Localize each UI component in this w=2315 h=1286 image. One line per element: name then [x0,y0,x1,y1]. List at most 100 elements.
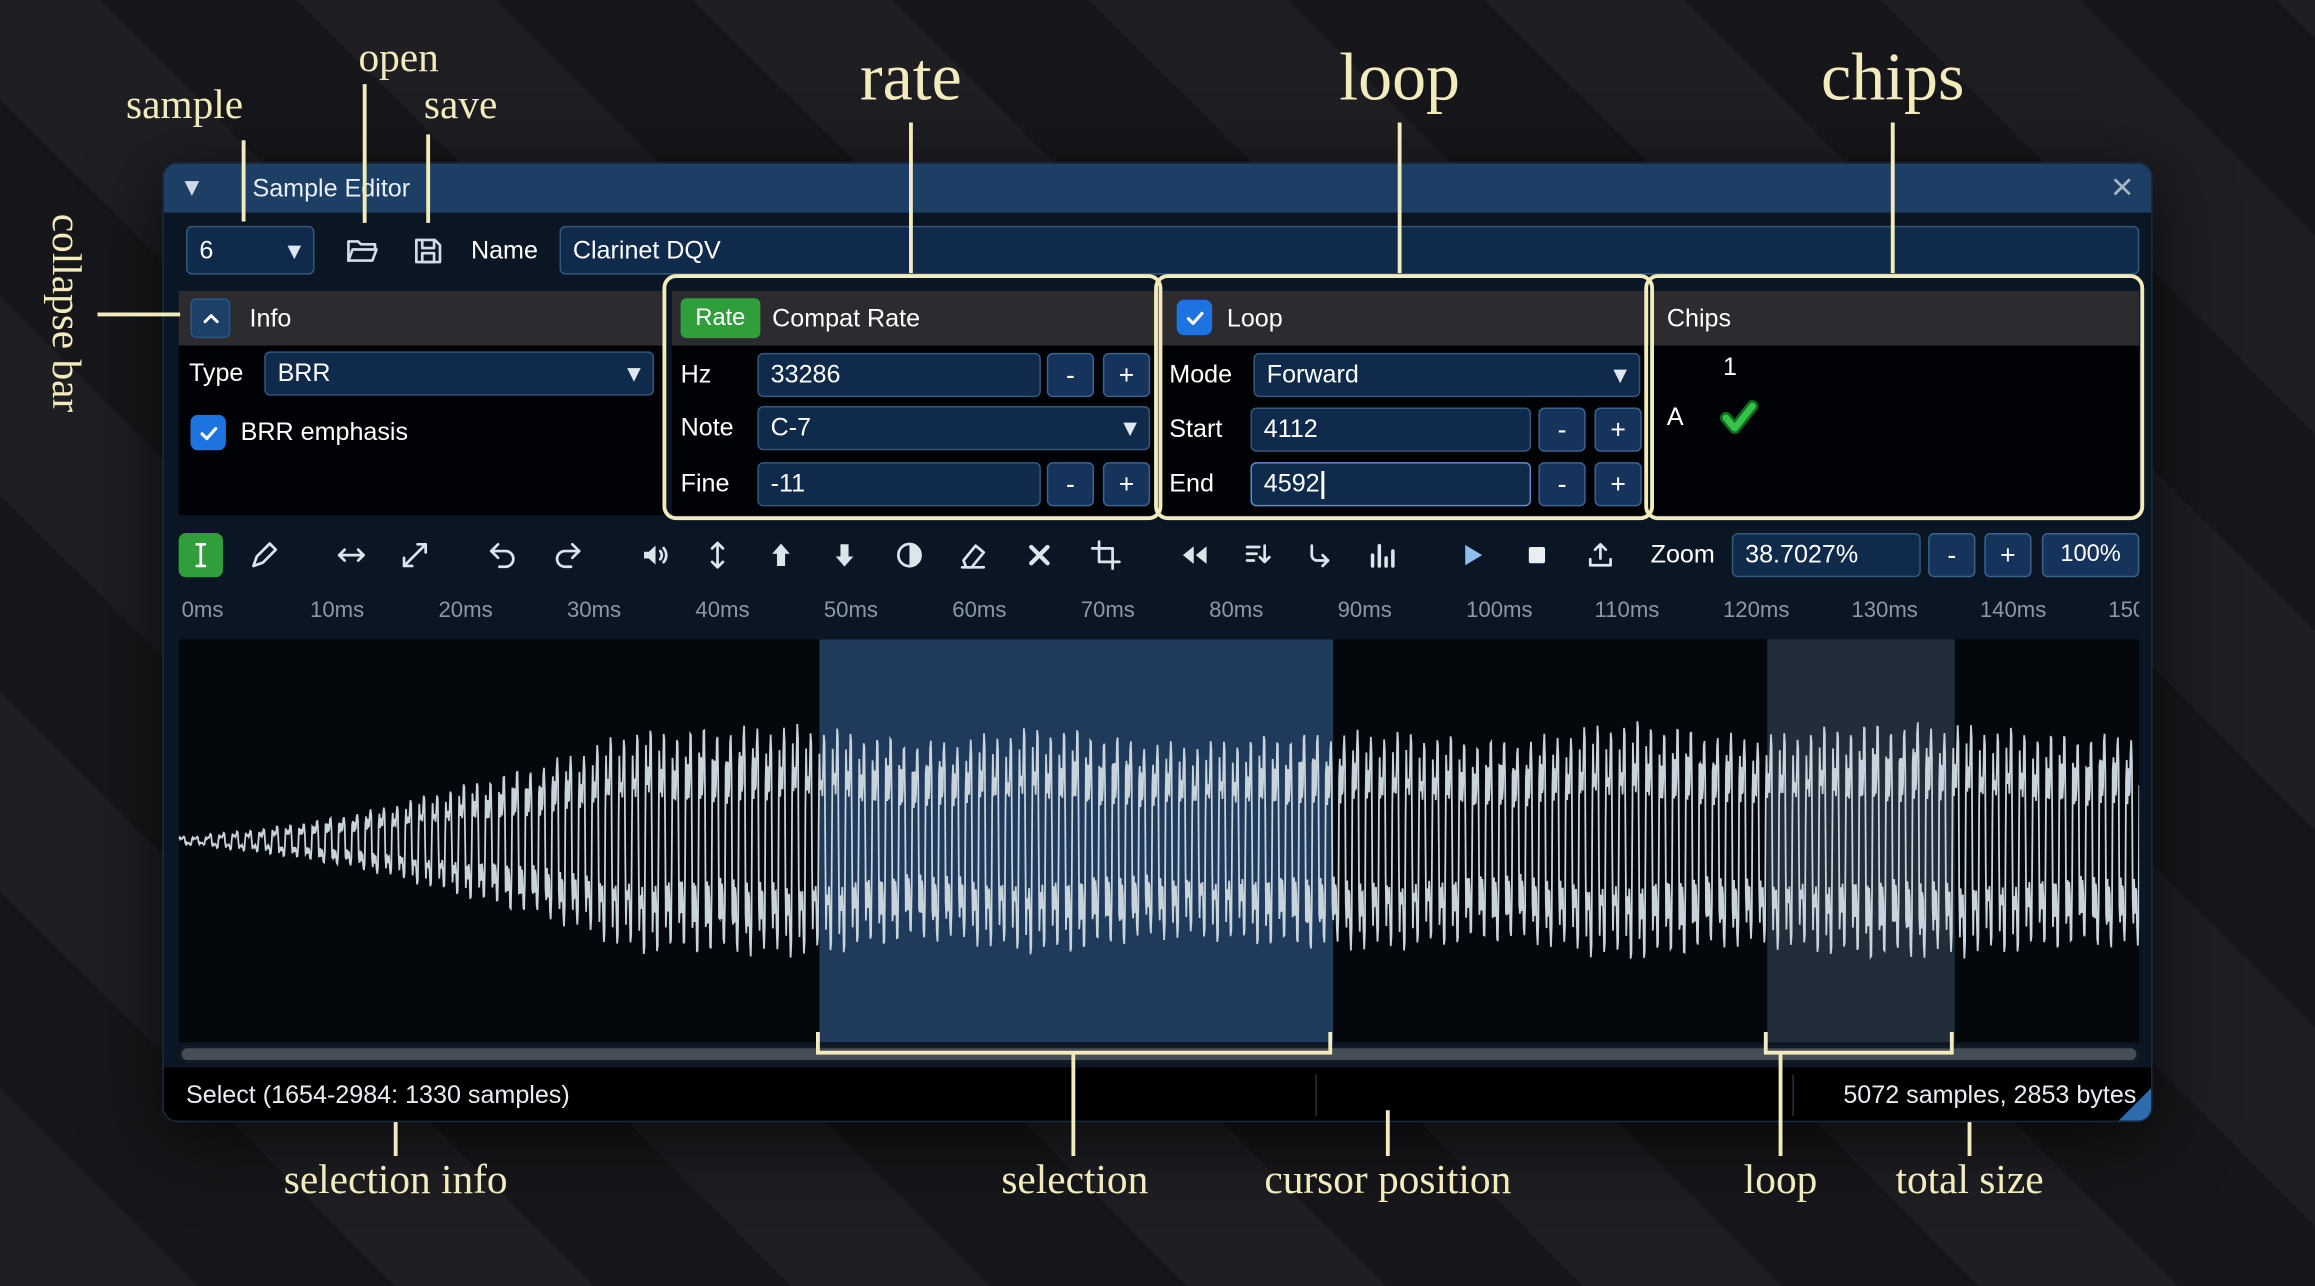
delete-button[interactable] [1017,533,1061,577]
resize-grip[interactable] [2118,1088,2152,1121]
sample-number-value: 6 [199,235,214,264]
rate-panel-header: Rate Compat Rate [671,290,1157,346]
ruler-label: 110ms [1594,597,1660,624]
rate-panel-title: Compat Rate [772,304,921,333]
zoom-out-button[interactable]: - [1928,532,1976,578]
loop-end-input[interactable]: 4592 [1250,462,1532,507]
close-button[interactable]: × [2111,164,2133,210]
shift-down-button[interactable] [822,533,866,577]
crop-button[interactable] [1084,533,1128,577]
check-icon [1186,311,1203,325]
undo-button[interactable] [481,533,525,577]
mode-label: Mode [1169,360,1233,389]
chevron-down-icon: ▼ [627,363,641,384]
loop-panel-title: Loop [1226,304,1283,333]
sample-editor-window: ▼ Sample Editor × 6 ▼ Name Clarinet DQV [162,162,2153,1123]
stats-button[interactable] [1361,533,1405,577]
sort-button[interactable] [1236,533,1280,577]
save-button[interactable] [405,227,451,273]
collapse-panel-button[interactable] [190,298,231,339]
ruler-label: 90ms [1337,597,1392,624]
stop-button[interactable] [1515,533,1559,577]
fine-minus-button[interactable]: - [1046,462,1095,507]
name-value: Clarinet DQV [572,235,721,264]
note-select[interactable]: C-7 ▼ [757,406,1151,451]
ruler: 0ms 10ms 20ms 30ms 40ms 50ms 60ms 70ms 80ms 90ms 1… [179,589,2140,633]
window-collapse-icon[interactable]: ▼ [185,164,200,213]
invert-button[interactable] [887,533,931,577]
type-label: Type [188,358,244,387]
arrow-down-icon [835,544,854,567]
waveform-path [178,721,2140,961]
annotation-open: open [358,35,439,82]
preview-audio-button[interactable] [633,533,677,577]
loop-panel-header: Loop [1161,290,1650,346]
open-button[interactable] [338,227,384,273]
loop-start-minus-button[interactable]: - [1538,407,1586,452]
brr-emphasis-checkbox[interactable] [190,414,226,451]
chip-column-label: 1 [1722,352,1737,381]
horizontal-scrollbar[interactable] [178,1045,2140,1064]
x-icon [1029,544,1050,566]
window-titlebar[interactable]: ▼ Sample Editor × [163,163,2152,213]
loop-start-plus-button[interactable]: + [1594,407,1642,452]
loop-start-value: 4112 [1263,414,1318,443]
fit-all-button[interactable] [393,533,437,577]
loop-end-minus-button[interactable]: - [1538,462,1586,507]
note-label: Note [680,413,734,442]
rewind-icon [1182,546,1207,564]
check-icon [199,426,217,440]
info-panel: Info Type BRR ▼ BRR emphasis [178,290,666,516]
redo-button[interactable] [545,533,589,577]
scrollbar-thumb[interactable] [181,1048,2137,1061]
chevron-down-icon: ▼ [287,239,302,261]
erase-button[interactable] [951,533,995,577]
ruler-label: 140ms [1979,597,2047,624]
chip-a-check-toggle[interactable] [1717,394,1761,438]
corner-arrow-icon [1310,544,1330,568]
export-button[interactable] [1578,533,1622,577]
chevron-up-icon [202,313,218,323]
waveform-canvas[interactable] [178,639,2140,1043]
fine-plus-button[interactable]: + [1102,462,1151,507]
loop-end-value: 4592 [1263,469,1320,498]
horizontal-arrows-icon [337,548,365,562]
seek-start-button[interactable] [1172,533,1216,577]
fit-height-button[interactable] [695,533,739,577]
info-panel-header: Info [178,290,666,346]
hz-input[interactable]: 33286 [757,352,1041,398]
hz-minus-button[interactable]: - [1046,352,1095,398]
type-select[interactable]: BRR ▼ [264,351,655,396]
ruler-label: 0ms [181,597,224,624]
loop-end-plus-button[interactable]: + [1594,462,1642,507]
waveform [178,721,2140,961]
play-button[interactable] [1450,533,1494,577]
loop-checkbox[interactable] [1176,299,1213,336]
redo-icon [555,542,581,569]
hz-plus-button[interactable]: + [1102,352,1151,398]
zoom-input[interactable]: 38.7027% [1731,532,1921,578]
select-tool-button[interactable] [178,532,223,578]
fine-input[interactable]: -11 [757,462,1041,507]
sample-number-select[interactable]: 6 ▼ [186,225,315,275]
rate-button[interactable]: Rate [680,298,761,339]
note-value: C-7 [770,413,812,442]
diagonal-arrows-icon [402,542,428,568]
text-caret [1321,470,1325,499]
zoom-reset-button[interactable]: 100% [2041,532,2140,578]
mode-select[interactable]: Forward ▼ [1253,352,1641,398]
shift-up-button[interactable] [759,533,803,577]
arrow-up-icon [772,543,790,566]
folder-open-icon [346,239,378,262]
loop-start-label: Start [1169,414,1223,443]
zoom-in-button[interactable]: + [1984,532,2032,578]
name-input[interactable]: Clarinet DQV [559,225,2140,275]
loop-start-input[interactable]: 4112 [1250,407,1532,452]
fit-width-button[interactable] [329,533,373,577]
loop-panel: Loop Mode Forward ▼ Start 4112 - + End 4… [1161,290,1650,516]
mode-value: Forward [1266,360,1359,389]
rate-panel: Rate Compat Rate Hz 33286 - + Note C-7 ▼… [671,290,1157,516]
draw-tool-button[interactable] [242,533,286,577]
goto-button[interactable] [1298,533,1342,577]
ruler-label: 40ms [695,597,750,624]
